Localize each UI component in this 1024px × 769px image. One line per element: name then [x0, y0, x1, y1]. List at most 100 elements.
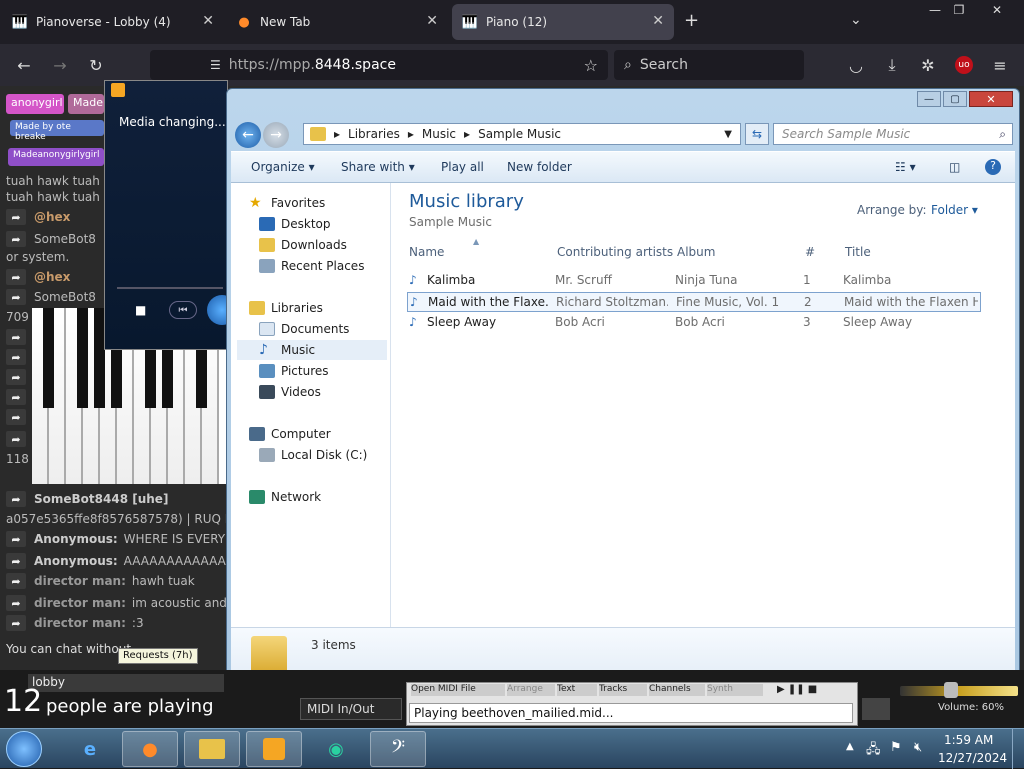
file-row[interactable]: ♪ Kalimba Mr. Scruff Ninja Tuna 1 Kalimb…	[407, 271, 981, 291]
synth-tab[interactable]: Synth	[707, 684, 763, 696]
text-tab[interactable]: Text	[557, 684, 597, 696]
network-icon[interactable]: 🖧	[866, 740, 881, 762]
tab-new-tab[interactable]: ● New Tab ✕	[226, 4, 448, 40]
breadcrumb-music[interactable]: Music	[422, 127, 456, 141]
nav-item-computer[interactable]: Computer	[249, 424, 407, 444]
close-icon[interactable]: ✕	[969, 91, 1013, 107]
search-input[interactable]: Search Sample Music ⌕	[773, 123, 1013, 145]
menu-hamburger-icon[interactable]: ≡	[988, 54, 1012, 76]
speaker-muted-icon[interactable]: 🔇︎	[914, 740, 922, 755]
extensions-icon[interactable]: ✲	[916, 54, 940, 76]
media-player-window[interactable]: Media changing... ■ ⏮	[104, 80, 237, 350]
clock-time[interactable]: 1:59 AM	[944, 733, 993, 747]
bookmark-star-icon[interactable]: ☆	[584, 56, 598, 75]
forward-arrow-icon[interactable]: →	[48, 54, 72, 76]
file-row[interactable]: ♪ Maid with the Flaxe... Richard Stoltzm…	[407, 292, 981, 312]
column-header-artists[interactable]: Contributing artists	[557, 245, 673, 259]
column-header-number[interactable]: #	[805, 245, 815, 259]
tab-pianoverse[interactable]: 🎹 Pianoverse - Lobby (4) ✕	[2, 4, 224, 40]
reload-icon[interactable]: ↻	[84, 54, 108, 76]
user-tag[interactable]: Madeanonygirlygirl	[8, 148, 104, 166]
internet-explorer-icon[interactable]: e	[62, 731, 118, 767]
seek-bar[interactable]	[117, 287, 223, 289]
tab-piano[interactable]: 🎹 Piano (12) ✕	[452, 4, 674, 40]
firefox-icon[interactable]: ●	[122, 731, 178, 767]
column-header-name[interactable]: Name	[409, 245, 444, 259]
tracks-tab[interactable]: Tracks	[599, 684, 647, 696]
arrange-by-dropdown[interactable]: Folder ▾	[931, 203, 978, 217]
star-icon: ★	[249, 195, 262, 211]
close-icon[interactable]: ✕	[202, 13, 214, 29]
midi-button[interactable]: MIDI In/Out	[300, 698, 402, 720]
column-header-album[interactable]: Album	[677, 245, 715, 259]
piano-icon: 🎹	[461, 14, 479, 30]
organize-button[interactable]: Organize ▾	[251, 160, 315, 174]
chat-app-icon[interactable]: ◉	[308, 731, 364, 767]
nav-item-network[interactable]: Network	[249, 487, 407, 507]
view-options-icon[interactable]: ☷ ▾	[895, 160, 916, 174]
piano-black-key[interactable]	[43, 308, 54, 408]
url-bar[interactable]: ☰ https://mpp.8448.space ☆	[150, 50, 608, 80]
maximize-icon[interactable]: ▢	[943, 91, 967, 107]
chat-line: ➦ SomeBot8	[6, 288, 96, 306]
user-tag[interactable]: Made by ote breake	[10, 120, 104, 142]
restore-icon[interactable]: ❐	[942, 0, 976, 20]
new-folder-button[interactable]: New folder	[507, 160, 572, 174]
show-desktop-button[interactable]	[1012, 729, 1024, 769]
piano-black-key[interactable]	[77, 308, 88, 408]
back-arrow-icon[interactable]: ←	[235, 122, 261, 148]
arrow-icon: ➦	[6, 431, 26, 447]
forward-arrow-icon[interactable]: →	[263, 122, 289, 148]
action-center-flag-icon[interactable]: ⚑	[890, 740, 902, 755]
midi-extra-button[interactable]	[862, 698, 890, 720]
volume-knob[interactable]	[944, 682, 958, 698]
nav-item-music[interactable]: ♪ Music	[237, 340, 387, 360]
playback-controls-icon[interactable]: ▶ ❚❚ ■	[777, 684, 817, 695]
open-midi-tab[interactable]: Open MIDI File	[411, 684, 505, 696]
volume-slider[interactable]	[900, 686, 1018, 696]
breadcrumb-libraries[interactable]: Libraries	[348, 127, 400, 141]
column-header-title[interactable]: Title	[845, 245, 871, 259]
pocket-icon[interactable]: ◡	[844, 54, 868, 76]
previous-track-icon[interactable]: ⏮	[169, 301, 197, 319]
back-arrow-icon[interactable]: ←	[12, 54, 36, 76]
bass-clef-icon[interactable]: 𝄢	[370, 731, 426, 767]
chevron-down-icon[interactable]: ▼	[724, 129, 732, 140]
user-tag[interactable]: anonygirl	[6, 94, 64, 114]
nav-item-favorites[interactable]: ★ Favorites	[249, 193, 407, 213]
clock-date[interactable]: 12/27/2024	[938, 751, 1007, 765]
stop-icon[interactable]: ■	[135, 303, 146, 317]
chat-line: ➦ director man: hawh tuak	[6, 572, 195, 590]
chat-line: ➦ SomeBot8	[6, 230, 96, 248]
explorer-folder-icon[interactable]	[184, 731, 240, 767]
minimize-icon[interactable]: —	[917, 91, 941, 107]
permissions-icon[interactable]: ☰	[210, 58, 221, 72]
play-all-button[interactable]: Play all	[441, 160, 484, 174]
show-hidden-icons-icon[interactable]: ▲	[846, 741, 854, 752]
arrange-tab[interactable]: Arrange	[507, 684, 555, 696]
close-window-icon[interactable]: ✕	[980, 0, 1014, 20]
breadcrumb-sample-music[interactable]: Sample Music	[478, 127, 561, 141]
close-icon[interactable]: ✕	[652, 13, 664, 29]
close-icon[interactable]: ✕	[426, 13, 438, 29]
new-tab-plus-icon[interactable]: +	[684, 10, 699, 31]
media-player-icon[interactable]	[246, 731, 302, 767]
refresh-icon[interactable]: ⇆	[745, 123, 769, 145]
ublock-icon[interactable]: uo	[952, 54, 976, 76]
address-bar[interactable]: ▸ Libraries ▸ Music ▸ Sample Music ▼	[303, 123, 741, 145]
arrow-icon: ➦	[6, 389, 26, 405]
preview-pane-icon[interactable]: ◫	[949, 160, 960, 174]
nav-item-libraries[interactable]: Libraries	[249, 298, 407, 318]
user-tag[interactable]: Made	[68, 94, 104, 114]
file-row[interactable]: ♪ Sleep Away Bob Acri Bob Acri 3 Sleep A…	[407, 313, 981, 333]
download-icon[interactable]: ⤓	[880, 54, 904, 76]
search-bar[interactable]: ⌕ Search	[614, 50, 804, 80]
help-icon[interactable]: ?	[985, 159, 1001, 175]
room-selector[interactable]: lobby	[28, 674, 224, 692]
start-button[interactable]	[6, 731, 42, 767]
tab-list-chevron-icon[interactable]: ⌄	[850, 12, 862, 28]
channels-tab[interactable]: Channels	[649, 684, 705, 696]
share-with-button[interactable]: Share with ▾	[341, 160, 415, 174]
tab-label: Piano (12)	[486, 15, 548, 29]
piano-bottom-bar: lobby 12 people are playing MIDI In/Out …	[0, 670, 1024, 728]
